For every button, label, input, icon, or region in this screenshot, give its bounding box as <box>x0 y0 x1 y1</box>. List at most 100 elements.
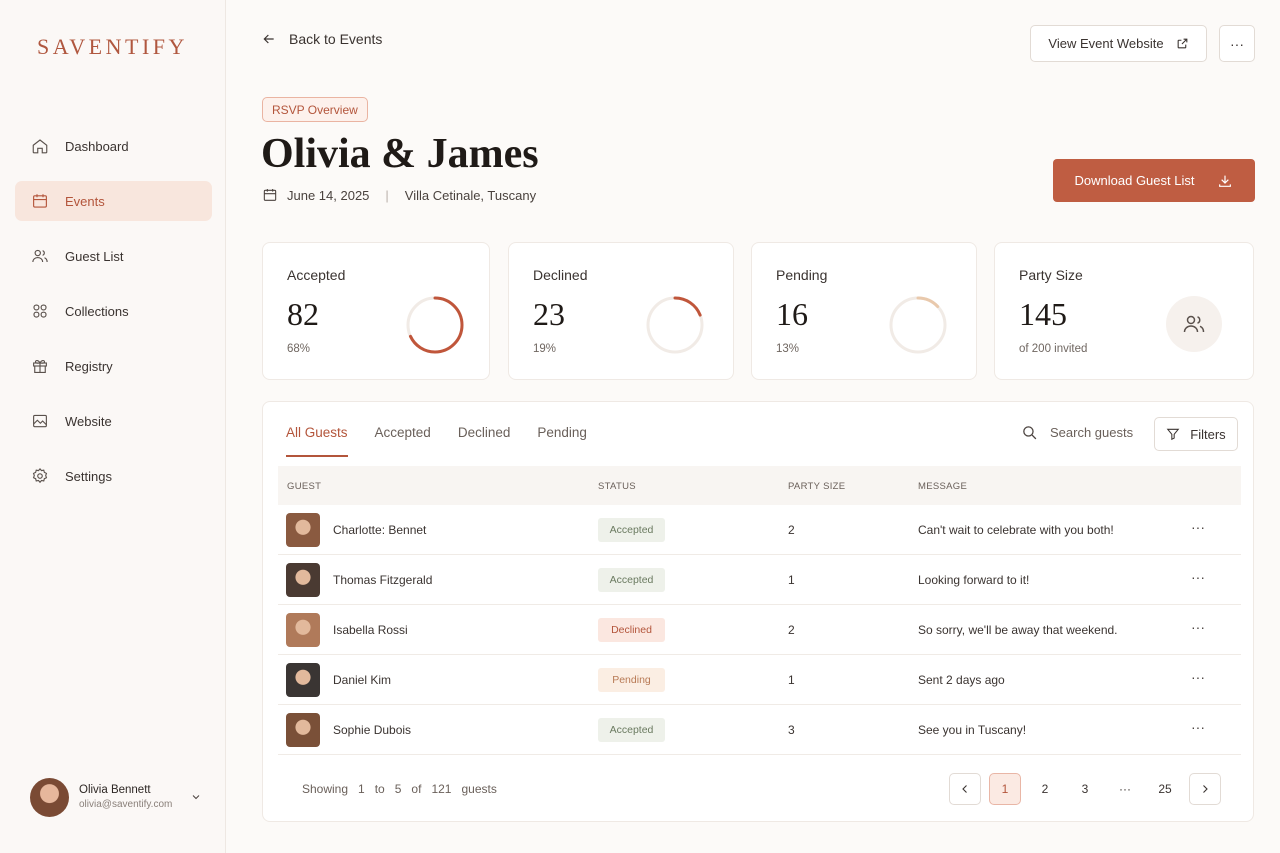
of-label: of <box>411 782 422 796</box>
sidebar-item-label: Website <box>65 413 112 429</box>
sidebar-item-label: Dashboard <box>65 138 129 154</box>
sidebar-item-website[interactable]: Website <box>15 401 212 441</box>
table-header: GUEST STATUS PARTY SIZE MESSAGE <box>278 466 1241 505</box>
sidebar: SAVENTIFY Dashboard Events Guest List Co… <box>0 0 226 853</box>
view-event-website-button[interactable]: View Event Website <box>1030 25 1207 62</box>
row-menu-button[interactable]: ··· <box>1191 669 1205 685</box>
total-count: 121 <box>431 782 452 796</box>
filters-label: Filters <box>1190 426 1226 442</box>
guest-message: See you in Tuscany! <box>918 723 1027 737</box>
status-badge: Accepted <box>598 568 665 592</box>
row-menu-button[interactable]: ··· <box>1191 719 1205 735</box>
tab-accepted[interactable]: Accepted <box>375 425 431 457</box>
filter-icon <box>1166 428 1180 441</box>
event-date: June 14, 2025 <box>287 187 370 203</box>
back-to-events-link[interactable]: Back to Events <box>261 31 382 47</box>
search-placeholder: Search guests <box>1050 425 1134 440</box>
user-email: olivia@saventify.com <box>79 799 173 810</box>
sidebar-item-collections[interactable]: Collections <box>15 291 212 331</box>
party-size: 2 <box>788 623 795 637</box>
guest-name: Thomas Fitzgerald <box>333 573 433 587</box>
prev-page-button[interactable] <box>949 773 981 805</box>
next-page-button[interactable] <box>1189 773 1221 805</box>
row-menu-button[interactable]: ··· <box>1191 519 1205 535</box>
guest-message: Sent 2 days ago <box>918 673 1005 687</box>
external-link-icon <box>1177 38 1187 49</box>
stat-value: 16 <box>776 296 808 332</box>
guest-avatar <box>286 563 320 597</box>
download-guest-list-button[interactable]: Download Guest List <box>1053 159 1255 202</box>
search-icon <box>1023 426 1037 440</box>
sidebar-item-guest-list[interactable]: Guest List <box>15 236 212 276</box>
tab-all-guests[interactable]: All Guests <box>286 425 348 457</box>
chevron-left-icon <box>962 785 967 793</box>
brand-logo[interactable]: SAVENTIFY <box>37 34 188 60</box>
arrow-left-icon <box>263 34 274 44</box>
party-size: 1 <box>788 673 795 687</box>
sidebar-item-events[interactable]: Events <box>15 181 212 221</box>
sidebar-item-registry[interactable]: Registry <box>15 346 212 386</box>
page-button[interactable]: 3 <box>1069 773 1101 805</box>
page-button[interactable]: 25 <box>1149 773 1181 805</box>
row-menu-button[interactable]: ··· <box>1191 619 1205 635</box>
status-badge: Accepted <box>598 718 665 742</box>
table-row[interactable]: Isabella Rossi Declined 2 So sorry, we'l… <box>278 605 1241 655</box>
user-info: Olivia Bennett olivia@saventify.com <box>79 784 172 810</box>
search-input[interactable]: Search guests <box>1021 424 1133 441</box>
gift-icon <box>31 357 49 375</box>
table-row[interactable]: Thomas Fitzgerald Accepted 1 Looking for… <box>278 555 1241 605</box>
grid-icon <box>31 302 49 320</box>
users-icon <box>31 247 49 265</box>
guest-table-panel: All Guests Accepted Declined Pending Sea… <box>262 401 1254 822</box>
guest-name: Charlotte: Bennet <box>333 523 427 537</box>
stat-value: 23 <box>533 296 565 332</box>
stat-card-party-size: Party Size 145 of 200 invited <box>994 242 1254 380</box>
row-menu-button[interactable]: ··· <box>1191 569 1205 585</box>
rsvp-overview-badge: RSVP Overview <box>262 97 368 122</box>
table-row[interactable]: Charlotte: Bennet Accepted 2 Can't wait … <box>278 505 1241 555</box>
guest-message: Looking forward to it! <box>918 573 1030 587</box>
more-options-button[interactable]: ··· <box>1219 25 1255 62</box>
party-size: 1 <box>788 573 795 587</box>
guest-name: Sophie Dubois <box>333 723 412 737</box>
sidebar-item-settings[interactable]: Settings <box>15 456 212 496</box>
image-icon <box>31 412 49 430</box>
people-icon <box>1166 296 1222 352</box>
showing-label: Showing <box>302 782 349 796</box>
tab-pending[interactable]: Pending <box>537 425 587 457</box>
table-row[interactable]: Sophie Dubois Accepted 3 See you in Tusc… <box>278 705 1241 755</box>
column-header-status: STATUS <box>598 481 636 492</box>
home-icon <box>31 137 49 155</box>
filters-button[interactable]: Filters <box>1154 417 1238 451</box>
user-menu[interactable]: Olivia Bennett olivia@saventify.com <box>30 777 200 817</box>
main-content: Back to Events View Event Website ··· RS… <box>226 0 1280 853</box>
guest-avatar <box>286 513 320 547</box>
status-badge: Accepted <box>598 518 665 542</box>
sidebar-item-dashboard[interactable]: Dashboard <box>15 126 212 166</box>
stat-subtext: of 200 invited <box>1019 343 1088 355</box>
stat-card-pending: Pending 16 13% <box>751 242 977 380</box>
chevron-down-icon[interactable] <box>190 791 202 803</box>
progress-ring <box>889 296 947 354</box>
guest-name: Daniel Kim <box>333 673 392 687</box>
guest-tabs: All Guests Accepted Declined Pending <box>286 425 614 457</box>
pagination-summary: Showing 1 to 5 of 121 guests <box>302 782 507 796</box>
tab-declined[interactable]: Declined <box>458 425 511 457</box>
pagination: 1 2 3 ··· 25 <box>949 773 1229 805</box>
avatar <box>30 777 69 817</box>
stat-percent: 13% <box>776 343 800 355</box>
stat-percent: 68% <box>287 343 311 355</box>
column-header-message: MESSAGE <box>918 481 968 492</box>
stat-percent: 19% <box>533 343 557 355</box>
sidebar-item-label: Guest List <box>65 248 124 264</box>
sidebar-item-label: Registry <box>65 358 113 374</box>
meta-separator: | <box>385 187 389 203</box>
range-end: 5 <box>394 782 402 796</box>
table-row[interactable]: Daniel Kim Pending 1 Sent 2 days ago ··· <box>278 655 1241 705</box>
gear-icon <box>31 467 49 485</box>
page-button[interactable]: 2 <box>1029 773 1061 805</box>
event-meta: June 14, 2025 | Villa Cetinale, Tuscany <box>262 187 536 203</box>
stat-label: Declined <box>533 267 588 283</box>
page-title: Olivia & James <box>261 131 539 177</box>
page-button[interactable]: 1 <box>989 773 1021 805</box>
